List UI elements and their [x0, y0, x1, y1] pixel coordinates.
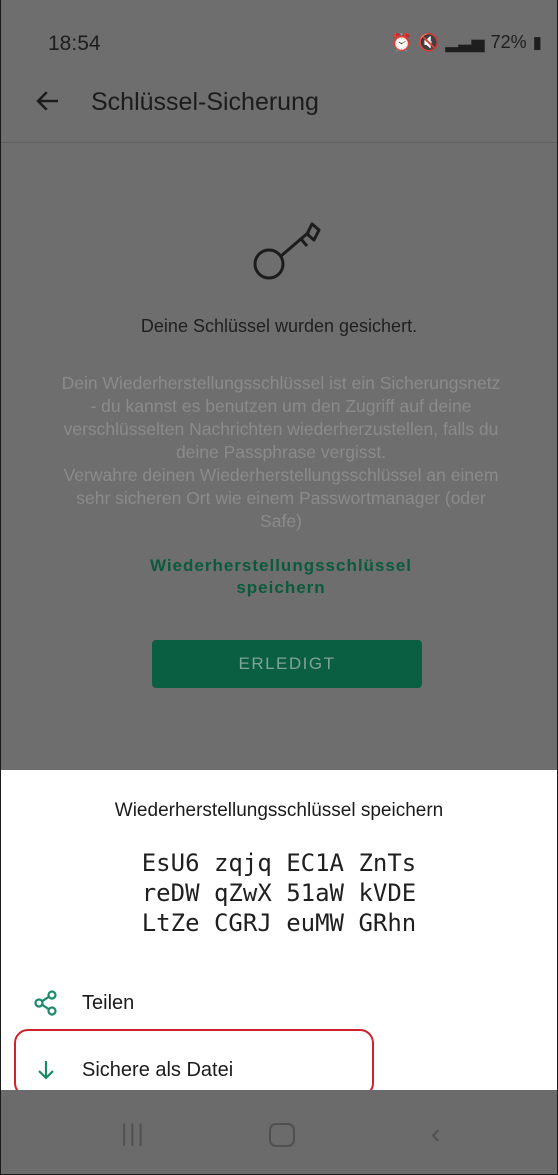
save-link-line: Wiederherstellungsschlüssel: [149, 556, 413, 575]
share-label: Teilen: [82, 991, 135, 1014]
dimmed-background[interactable]: 18:54 ⏰ 🔇 ▂▃▅ 72% ▮ Schlüssel-Sicherung …: [1, 0, 557, 770]
share-icon: [34, 990, 57, 1016]
recovery-key: EsU6 zqjq EC1A ZnTs reDW qZwX 51aW kVDE …: [1, 848, 557, 938]
status-time: 18:54: [48, 32, 101, 55]
done-button[interactable]: ERLEDIGT: [152, 640, 422, 688]
description-line: Verwahre deinen Wiederherstellungsschlüs…: [63, 465, 499, 485]
sheet-title: Wiederherstellungsschlüssel speichern: [114, 800, 444, 821]
description-line: deine Passphrase vergisst.: [175, 442, 387, 462]
home-icon[interactable]: [269, 1123, 295, 1147]
recovery-key-line: EsU6 zqjq EC1A ZnTs: [141, 849, 417, 877]
alarm-icon: ⏰: [391, 32, 413, 52]
recovery-key-line: reDW qZwX 51aW kVDE: [141, 879, 417, 907]
signal-icon: ▂▃▅: [445, 32, 485, 52]
system-nav-bar: ||| ‹: [1, 1090, 557, 1174]
save-recovery-key-link[interactable]: Wiederherstellungsschlüssel speichern: [131, 555, 431, 599]
description-line: Safe): [260, 511, 302, 531]
recents-icon[interactable]: |||: [121, 1120, 146, 1148]
key-icon: [253, 222, 321, 280]
battery-icon: ▮: [532, 32, 542, 52]
arrow-left-icon[interactable]: [33, 86, 63, 116]
back-icon[interactable]: ‹: [431, 1118, 440, 1150]
app-bar: Schlüssel-Sicherung: [1, 70, 557, 143]
status-icons: ⏰ 🔇 ▂▃▅ 72% ▮: [391, 32, 542, 53]
save-link-line: speichern: [236, 578, 326, 597]
description-line: - du kannst es benutzen um den Zugriff a…: [90, 396, 472, 416]
highlight-annotation: [14, 1029, 374, 1097]
description: Dein Wiederherstellungsschlüssel ist ein…: [21, 372, 541, 533]
share-option[interactable]: Teilen: [1, 975, 557, 1031]
saved-message: Deine Schlüssel wurden gesichert.: [140, 316, 418, 336]
description-line: verschlüsselten Nachrichten wiederherzus…: [63, 419, 499, 439]
page-title: Schlüssel-Sicherung: [91, 88, 319, 116]
description-line: sehr sicheren Ort wie einem Passwortmana…: [76, 488, 486, 508]
description-line: Dein Wiederherstellungsschlüssel ist ein…: [61, 373, 501, 393]
battery-level: 72%: [490, 32, 527, 52]
mute-icon: 🔇: [418, 32, 440, 52]
recovery-key-line: LtZe CGRJ euMW GRhn: [141, 909, 417, 937]
